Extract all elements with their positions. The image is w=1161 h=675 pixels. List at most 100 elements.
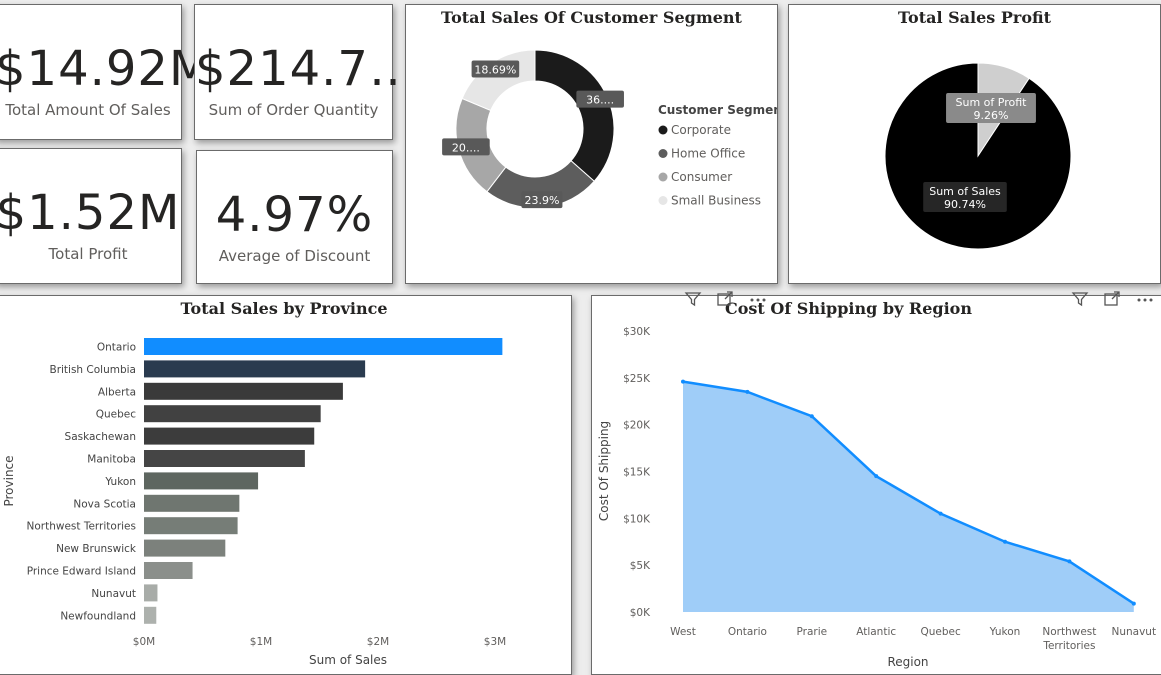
y-tick-label: $30K [623,326,651,338]
x-tick-label: Quebec [920,626,961,638]
bar-manitoba[interactable] [144,450,305,467]
area-point[interactable] [1003,539,1007,544]
donut-data-label: 23.9% [524,194,559,207]
y-axis-title: Province [2,455,16,506]
kpi-value: $214.7… [195,41,418,97]
kpi-label: Total Amount Of Sales [5,101,171,119]
x-tick-label: Nunavut [1112,626,1157,638]
category-tick-label: Yukon [104,476,136,488]
kpi-label: Average of Discount [218,247,371,265]
y-tick-label: $15K [623,467,651,479]
bar-northwest-territories[interactable] [144,517,238,535]
category-tick-label: Manitoba [87,454,136,466]
kpi-card-total-profit[interactable]: $1.52M Total Profit [0,148,182,284]
more-options-icon[interactable] [1135,290,1155,313]
x-tick-label: $3M [484,636,506,648]
area-point[interactable] [874,474,879,479]
category-tick-label: New Brunswick [56,543,137,555]
kpi-card-total-sales[interactable]: $14.92M Total Amount Of Sales [0,4,212,140]
sales-by-province-card[interactable]: Total Sales by Province Ontario British C… [0,295,572,675]
x-tick-label: West [670,626,696,638]
pie-category-label: Sum of Profit [956,96,1028,109]
y-tick-label: $25K [623,373,651,385]
y-tick-label: $0K [630,607,651,619]
bar-british-columbia[interactable] [144,360,366,378]
kpi-card-order-quantity[interactable]: $214.7… Sum of Order Quantity [194,4,418,140]
focus-mode-icon[interactable] [716,290,734,313]
area-chart[interactable]: $0K $5K $10K $15K $20K $25K $30K West Ontario Pra… [592,296,1161,674]
legend-marker [658,196,668,205]
bar-saskachewan[interactable] [144,427,315,445]
area-point[interactable] [938,511,943,516]
legend-marker [658,125,668,135]
customer-segment-card[interactable]: Total Sales Of Customer Segment 36.... 23… [405,4,778,284]
kpi-value: $14.92M [0,41,212,97]
category-tick-label: Nunavut [91,588,136,600]
legend-item-label[interactable]: Home Office [671,147,745,161]
pie-category-label: Sum of Sales [929,185,1001,198]
donut-slice-small-business[interactable] [461,49,536,112]
x-axis-title: Sum of Sales [309,653,387,667]
category-tick-label: Alberta [98,386,136,398]
x-tick-label: Prarie [797,626,828,638]
x-tick-label: Territories [1042,640,1095,652]
bar-new-brunswick[interactable] [144,539,226,557]
filter-icon[interactable] [1071,290,1089,313]
legend-item-label[interactable]: Small Business [671,194,761,208]
kpi-label: Total Profit [48,245,128,263]
bar-nunavut[interactable] [144,584,158,602]
bar-quebec[interactable] [144,405,321,423]
filter-icon[interactable] [684,290,702,313]
kpi-card-average-discount[interactable]: 4.97% Average of Discount [196,150,393,284]
donut-data-label: 20.... [452,141,480,154]
category-tick-label: Saskachewan [65,431,136,443]
pie-slice-sum-of-sales[interactable] [884,62,1072,250]
bar-newfoundland[interactable] [144,606,157,624]
shipping-by-region-card[interactable]: Cost Of Shipping by Region $0K $5K $10K $15… [591,295,1161,675]
x-tick-label: Yukon [989,626,1021,638]
category-tick-label: Ontario [97,342,136,354]
pie-chart[interactable]: Sum of Profit9.26% Sum of Sales90.74% [789,5,1160,283]
bar-chart[interactable]: Ontario British Columbia Alberta Quebec Sask… [0,296,571,674]
category-tick-label: Northwest Territories [26,521,136,533]
kpi-label: Sum of Order Quantity [208,101,379,119]
kpi-value: $1.52M [0,185,181,241]
x-tick-label: $0M [133,636,155,648]
bar-prince-edward-island[interactable] [144,562,193,579]
donut-slice-corporate[interactable] [534,49,615,182]
bar-yukon[interactable] [144,472,259,490]
category-tick-label: Newfoundland [60,610,136,622]
area-point[interactable] [809,414,814,419]
donut-chart[interactable]: 36.... 23.9% 20.... 18.69% Customer Segment C… [406,5,777,283]
area-fill[interactable] [683,381,1134,612]
x-tick-label: Ontario [728,626,767,638]
category-tick-label: Quebec [96,409,137,421]
area-point[interactable] [681,379,685,384]
bar-nova-scotia[interactable] [144,494,240,512]
area-point[interactable] [1131,601,1136,606]
y-axis-title: Cost Of Shipping [597,421,611,521]
visual-header-icons [1071,290,1155,313]
area-point[interactable] [1067,559,1072,564]
area-point[interactable] [745,389,750,394]
focus-mode-icon[interactable] [1103,290,1121,313]
category-tick-label: British Columbia [49,364,136,376]
sales-profit-card[interactable]: Total Sales Profit Sum of Profit 9.26% Sum… [788,4,1161,284]
y-tick-label: $5K [630,560,651,572]
y-tick-label: $10K [623,513,651,525]
more-options-icon[interactable] [748,290,768,313]
category-tick-label: Nova Scotia [73,498,136,510]
x-tick-label: Atlantic [856,626,896,638]
visual-header-icons [684,290,768,313]
legend-title: Customer Segment [658,103,777,117]
legend-item-label[interactable]: Corporate [671,123,731,137]
category-tick-label: Prince Edward Island [27,566,136,578]
bar-alberta[interactable] [144,382,343,400]
kpi-value: 4.97% [215,187,374,243]
bar-ontario[interactable] [144,338,503,355]
legend-item-label[interactable]: Consumer [671,170,732,184]
pie-data-label: 9.26% [974,109,1009,122]
legend-marker [658,149,668,158]
y-tick-label: $20K [623,420,651,432]
legend-marker [658,172,668,182]
